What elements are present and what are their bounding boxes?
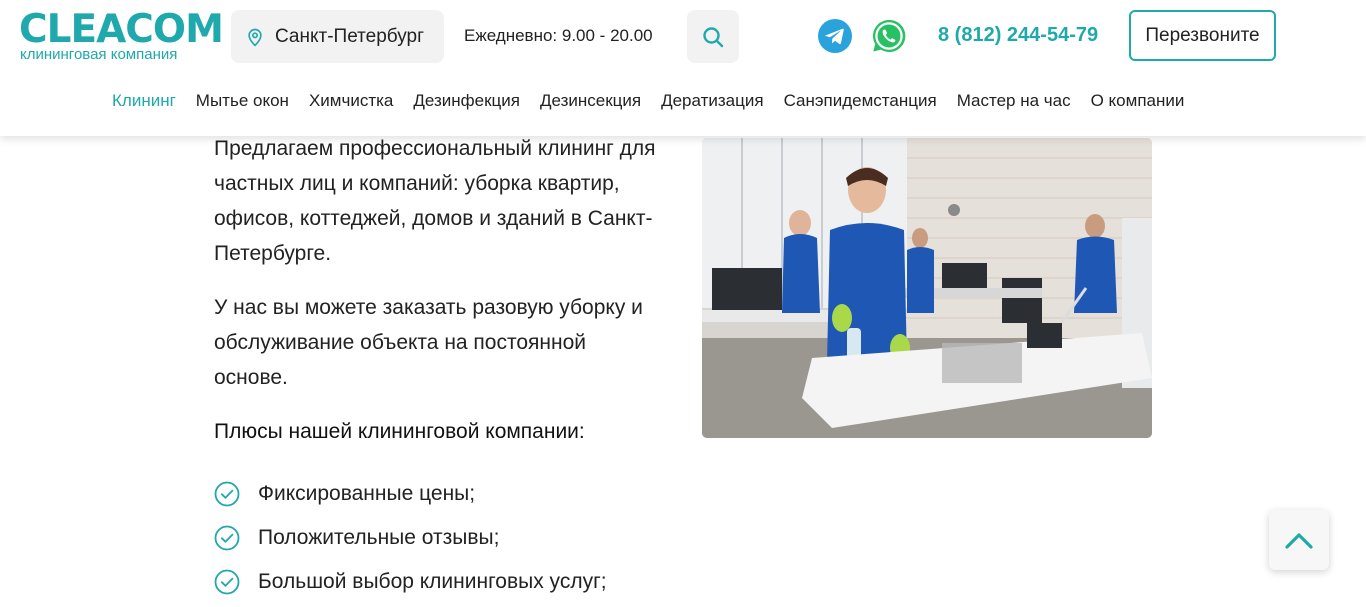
logo[interactable]: CLEACOM клининговая компания [19,10,224,64]
chevron-up-icon [1284,530,1314,550]
check-circle-icon [214,569,240,595]
city-selector[interactable]: Санкт-Петербург [231,10,444,63]
check-circle-icon [214,481,240,507]
nav-item-cleaning[interactable]: Клининг [112,91,176,111]
phone-number[interactable]: 8 (812) 244-54-79 [938,24,1098,47]
nav-item-deratization[interactable]: Дератизация [661,91,763,111]
advantages-title: Плюсы нашей клининговой компании: [214,420,585,443]
order-paragraph: У нас вы можете заказать разовую уборку … [214,296,643,389]
city-name: Санкт-Петербург [275,25,425,47]
callback-button[interactable]: Перезвоните [1129,10,1276,61]
working-hours: Ежедневно: 9.00 - 20.00 [464,26,653,45]
advantage-text: Положительные отзывы; [258,526,500,549]
advantages-list: Фиксированные цены; Положительные отзывы… [214,472,607,604]
list-item: Положительные отзывы; [214,516,607,560]
main-nav: Клининг Мытье окон Химчистка Дезинфекция… [112,91,1184,111]
nav-item-about[interactable]: О компании [1091,91,1185,111]
nav-item-dry-cleaning[interactable]: Химчистка [309,91,393,111]
whatsapp-icon[interactable] [871,18,907,54]
list-item: Большой выбор клининговых услуг; [214,560,607,604]
intro-paragraph: Предлагаем профессиональный клининг для … [214,137,656,265]
check-circle-icon [214,525,240,551]
cleaning-team-photo [702,138,1152,438]
scroll-to-top-button[interactable] [1269,510,1329,570]
map-pin-icon [245,27,265,47]
site-header: CLEACOM клининговая компания Санкт-Петер… [0,0,1366,136]
nav-item-window-washing[interactable]: Мытье окон [196,91,289,111]
nav-item-disinsection[interactable]: Дезинсекция [540,91,641,111]
advantage-text: Фиксированные цены; [258,482,476,505]
nav-item-sanitary-station[interactable]: Санэпидемстанция [784,91,937,111]
search-button[interactable] [687,10,739,63]
nav-item-disinfection[interactable]: Дезинфекция [413,91,520,111]
logo-name: CLEACOM [19,7,224,52]
nav-item-handyman[interactable]: Мастер на час [957,91,1071,111]
telegram-icon[interactable] [818,19,852,53]
search-icon [701,25,725,49]
advantage-text: Большой выбор клининговых услуг; [258,570,607,593]
list-item: Фиксированные цены; [214,472,607,516]
logo-tagline: клининговая компания [20,46,178,63]
